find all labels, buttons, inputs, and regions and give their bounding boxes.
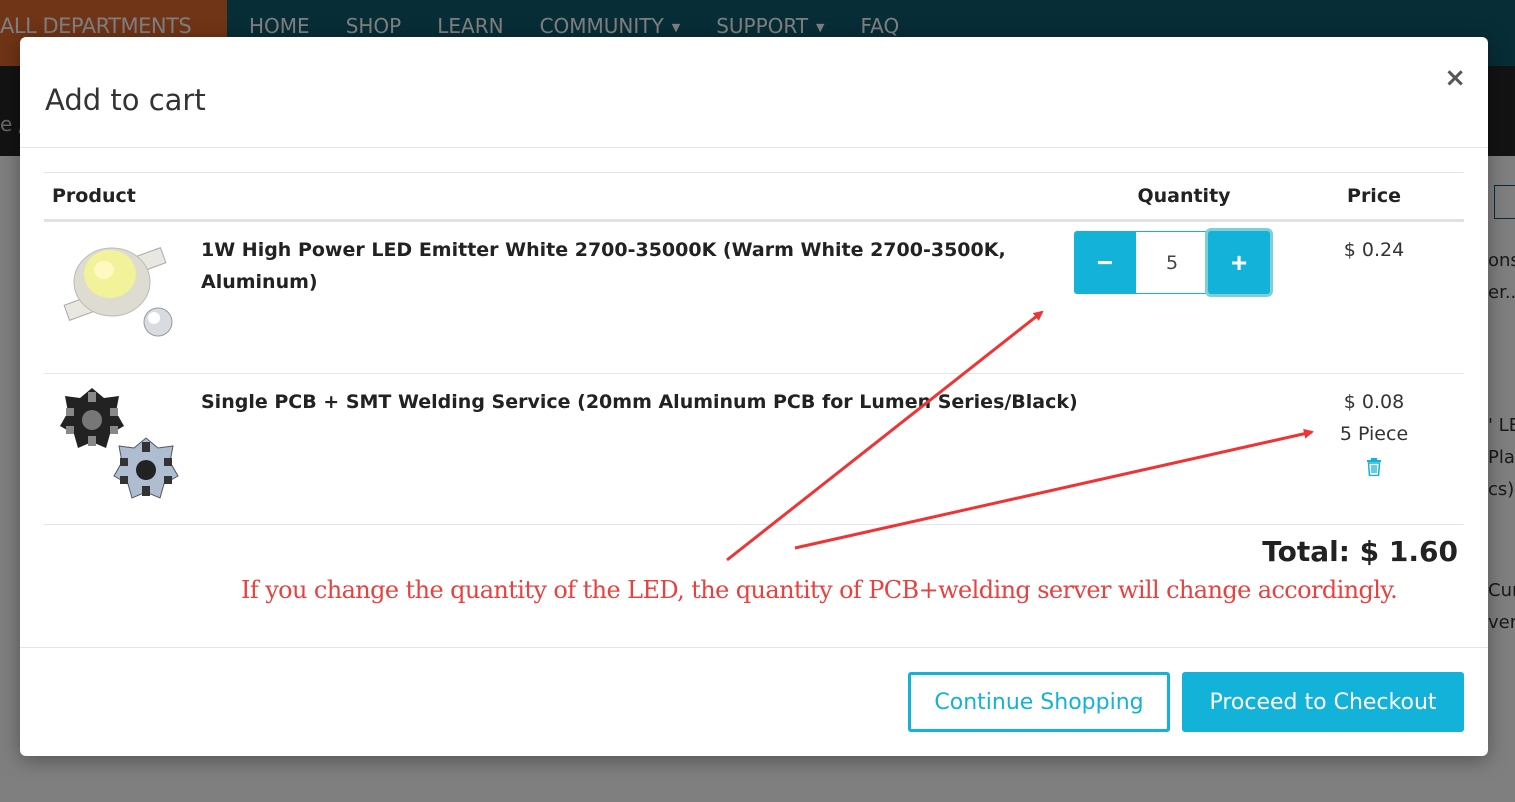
led-emitter-image [63,247,173,337]
column-product: Product [44,172,201,222]
add-to-cart-modal: Add to cart × Product Quantity Price 1W … [20,37,1488,756]
quantity-input[interactable] [1136,231,1208,294]
modal-title: Add to cart [45,83,206,117]
star-pcb-image [60,388,179,499]
modal-header: Add to cart × [20,37,1488,148]
annotation-note: If you change the quantity of the LED, t… [241,576,1398,604]
cart-total: Total: $ 1.60 [1262,535,1458,568]
item-price: $ 0.24 [1284,220,1464,374]
modal-footer-divider [20,647,1488,648]
proceed-to-checkout-button[interactable]: Proceed to Checkout [1182,672,1464,732]
product-name[interactable]: Single PCB + SMT Welding Service (20mm A… [201,373,1284,525]
quantity-stepper: − + [1074,231,1270,294]
table-row: 1W High Power LED Emitter White 2700-350… [44,220,1464,374]
column-quantity: Quantity [1084,172,1284,222]
item-quantity-text: 5 Piece [1339,423,1409,445]
product-name[interactable]: 1W High Power LED Emitter White 2700-350… [201,220,1084,374]
column-price: Price [1284,172,1464,222]
table-header-row: Product Quantity Price [44,172,1464,222]
table-row: Single PCB + SMT Welding Service (20mm A… [44,373,1464,525]
cart-table: Product Quantity Price 1W High Power LED… [44,172,1464,525]
close-icon[interactable]: × [1444,63,1466,93]
increase-quantity-button[interactable]: + [1208,231,1270,294]
item-price: $ 0.08 [1343,391,1405,413]
continue-shopping-button[interactable]: Continue Shopping [908,672,1170,732]
decrease-quantity-button[interactable]: − [1074,231,1136,294]
trash-icon[interactable] [1366,454,1382,486]
